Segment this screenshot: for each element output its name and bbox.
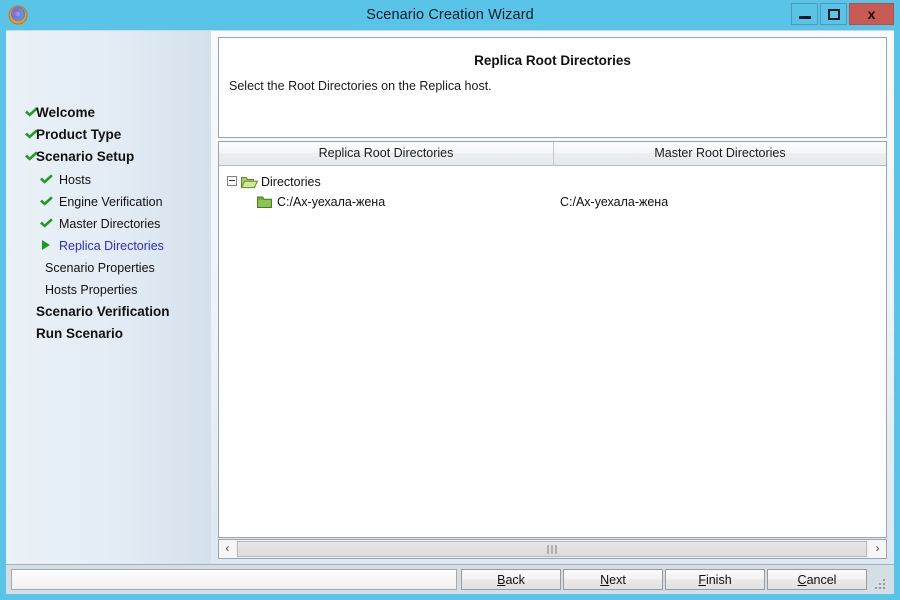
sidebar-item-label: Scenario Properties — [45, 261, 155, 275]
check-icon — [39, 172, 54, 187]
sidebar-item-label: Engine Verification — [59, 195, 163, 209]
sidebar-item-label: Replica Directories — [59, 239, 164, 253]
scrollbar-grip-icon — [547, 545, 557, 554]
tree-node-label: C:/Ах-уехала-жена — [277, 195, 386, 209]
check-icon — [39, 216, 54, 231]
sidebar-item-label: Hosts Properties — [45, 283, 138, 297]
horizontal-scrollbar[interactable]: ‹ › — [218, 539, 887, 559]
open-folder-icon — [240, 175, 259, 189]
wizard-steps-sidebar: Welcome Product Type Scenario Setup Host… — [6, 31, 211, 565]
status-field — [11, 569, 457, 590]
next-button[interactable]: Next — [563, 569, 663, 590]
check-icon — [39, 194, 54, 209]
resize-grip-icon[interactable] — [875, 579, 887, 591]
table-row[interactable]: C:/Ах-уехала-жена C:/Ах-уехала-жена — [219, 192, 886, 212]
sidebar-item-label: Product Type — [36, 127, 122, 142]
sidebar-item-label: Hosts — [59, 173, 91, 187]
window-title: Scenario Creation Wizard — [366, 7, 534, 23]
sidebar-item-label: Welcome — [36, 105, 96, 120]
maximize-icon — [828, 9, 840, 20]
scroll-left-arrow-icon[interactable]: ‹ — [219, 540, 236, 558]
page-description: Select the Root Directories on the Repli… — [229, 79, 492, 93]
footer-bar: Back Next Finish Cancel — [6, 564, 894, 594]
sidebar-item-label: Scenario Setup — [36, 149, 135, 164]
close-button[interactable]: x — [849, 3, 894, 25]
directories-table-panel: Replica Root Directories Master Root Dir… — [218, 141, 887, 538]
back-button[interactable]: Back — [461, 569, 561, 590]
column-header-replica-root-directories[interactable]: Replica Root Directories — [219, 142, 554, 166]
sidebar-item-label: Master Directories — [59, 217, 161, 231]
sidebar-item-label: Run Scenario — [36, 326, 124, 341]
main-content: Replica Root Directories Select the Root… — [212, 31, 894, 565]
maximize-button[interactable] — [820, 3, 847, 25]
cancel-button[interactable]: Cancel — [767, 569, 867, 590]
minimize-icon — [799, 16, 811, 19]
scroll-right-arrow-icon[interactable]: › — [869, 540, 886, 558]
table-column-headers: Replica Root Directories Master Root Dir… — [219, 142, 886, 166]
finish-button[interactable]: Finish — [665, 569, 765, 590]
folder-icon — [257, 195, 274, 209]
page-title: Replica Root Directories — [474, 53, 631, 68]
page-header-panel: Replica Root Directories Select the Root… — [218, 37, 887, 138]
table-row[interactable]: Directories — [219, 172, 886, 192]
directory-tree[interactable]: Directories C:/Ах-уехала-жена C:/Ах-уеха… — [219, 166, 886, 537]
current-step-arrow-icon — [42, 240, 50, 250]
scrollbar-thumb[interactable] — [237, 541, 867, 557]
master-path-value: C:/Ах-уехала-жена — [560, 195, 669, 209]
column-header-master-root-directories[interactable]: Master Root Directories — [554, 142, 886, 166]
collapse-toggle-icon[interactable] — [227, 176, 237, 186]
wizard-window: Scenario Creation Wizard x Welcome Produ… — [0, 0, 900, 600]
minimize-button[interactable] — [791, 3, 818, 25]
title-bar[interactable]: Scenario Creation Wizard x — [0, 0, 900, 30]
sidebar-item-label: Scenario Verification — [36, 304, 170, 319]
tree-node-label: Directories — [261, 175, 321, 189]
client-area: Welcome Product Type Scenario Setup Host… — [6, 30, 894, 565]
